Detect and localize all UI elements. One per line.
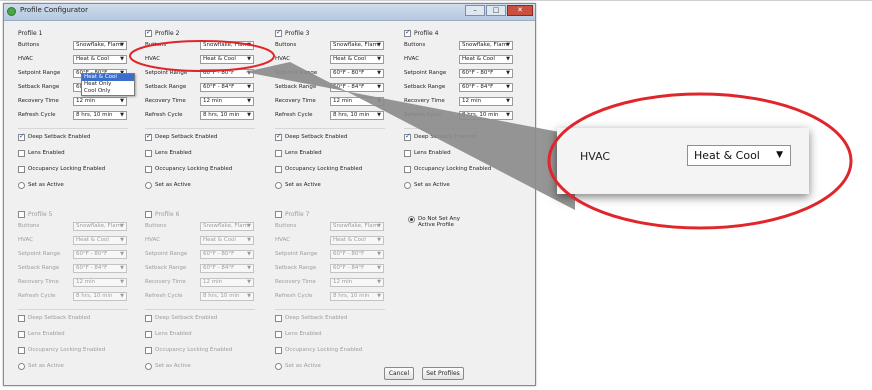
zoom-hvac-value: Heat & Cool [694, 149, 760, 162]
zoom-magnifier-panel: HVAC Heat & Cool ▼ [557, 128, 809, 194]
hvac-option[interactable]: Heat Only [82, 81, 134, 88]
zoom-hvac-select: Heat & Cool ▼ [687, 145, 791, 166]
zoom-callout [245, 62, 575, 210]
hvac-dropdown-list[interactable]: Heat & Cool Heat Only Cool Only [81, 73, 135, 96]
hvac-option[interactable]: Cool Only [82, 88, 134, 95]
zoom-hvac-label: HVAC [580, 150, 611, 163]
chevron-down-icon: ▼ [776, 150, 783, 160]
callout-beam [245, 62, 575, 210]
hvac-option[interactable]: Heat & Cool [82, 74, 134, 81]
